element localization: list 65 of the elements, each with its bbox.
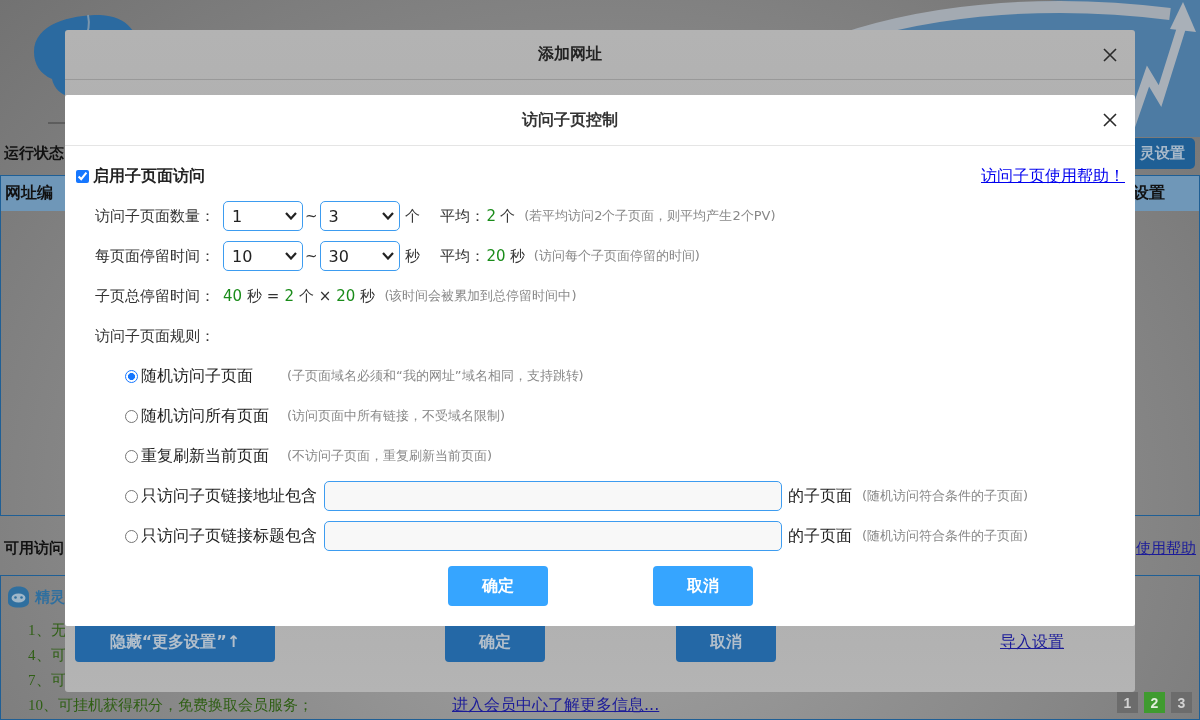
rule-radio[interactable]: [125, 449, 138, 463]
page-button[interactable]: 3: [1171, 692, 1192, 713]
rules-label: 访问子页面规则：: [95, 326, 215, 346]
suffix-label: 的子页面: [788, 485, 852, 507]
dialog-title: 添加网址: [538, 44, 602, 65]
enable-checkbox[interactable]: [76, 169, 89, 183]
rule-radio[interactable]: [125, 369, 138, 383]
unit-label: 秒: [404, 246, 420, 266]
page-button[interactable]: 1: [1117, 692, 1138, 713]
rule-label: 只访问子页链接标题包含: [141, 525, 317, 547]
total-time-formula: 40 秒 = 2 个 × 20 秒: [223, 286, 376, 306]
caret-icon: [381, 212, 394, 220]
member-link[interactable]: 进入会员中心了解更多信息...: [452, 695, 660, 716]
hint-text: (随机访问符合条件的子页面): [862, 487, 1029, 505]
field-label: 子页总停留时间：: [95, 286, 215, 306]
mascot-icon: [7, 586, 30, 608]
confirm-button[interactable]: 确定: [448, 566, 548, 606]
hint-text: (不访问子页面，重复刷新当前页面): [287, 447, 493, 465]
average-reading: 平均：2 个: [439, 206, 516, 226]
close-icon[interactable]: [1103, 113, 1117, 127]
close-icon[interactable]: [1103, 47, 1117, 62]
enable-label: 启用子页面访问: [93, 165, 205, 187]
hint-text: (访问每个子页面停留的时间): [533, 247, 700, 265]
min-dropdown[interactable]: 10: [223, 241, 303, 271]
tips-title: 精灵: [35, 587, 65, 607]
field-label: 访问子页面数量：: [95, 206, 215, 226]
hint-text: (该时间会被累加到总停留时间中): [384, 287, 577, 305]
range-separator: ~: [305, 247, 318, 265]
rule-radio[interactable]: [125, 529, 138, 543]
rule-label: 只访问子页链接地址包含: [141, 485, 317, 507]
dialog-title: 访问子页控制: [522, 109, 618, 131]
hint-text: (子页面域名必须和“我的网址”域名相同，支持跳转): [287, 367, 584, 385]
help-link[interactable]: 使用帮助: [1136, 539, 1196, 558]
rule-radio[interactable]: [125, 489, 138, 503]
rule-radio[interactable]: [125, 409, 138, 423]
hint-text: (访问页面中所有链接，不受域名限制): [287, 407, 506, 425]
page-button[interactable]: 2: [1144, 692, 1165, 713]
suffix-label: 的子页面: [788, 525, 852, 547]
available-heading: 可用访问: [4, 539, 64, 558]
tip-line: 7、可: [28, 671, 66, 690]
caret-icon: [381, 252, 394, 260]
column-header: 设置: [1133, 183, 1165, 204]
min-dropdown[interactable]: 1: [223, 201, 303, 231]
caret-icon: [285, 252, 297, 260]
rule-label: 重复刷新当前页面: [141, 445, 270, 467]
range-separator: ~: [305, 207, 318, 225]
rule-label: 随机访问所有页面: [141, 405, 270, 427]
average-reading: 平均：20 秒: [439, 246, 525, 266]
tip-line: 10、可挂机获得积分，免费换取会员服务；: [28, 696, 313, 715]
status-heading: 运行状态: [4, 144, 64, 163]
rule-label: 随机访问子页面: [141, 365, 254, 387]
caret-icon: [285, 212, 297, 220]
max-dropdown[interactable]: 3: [319, 201, 400, 231]
unit-label: 个: [404, 206, 420, 226]
max-dropdown[interactable]: 30: [319, 241, 400, 271]
tip-line: 1、无: [28, 621, 66, 640]
tip-line: 4、可: [28, 646, 66, 665]
cancel-button[interactable]: 取消: [653, 566, 753, 606]
rule-input-field[interactable]: [324, 481, 782, 511]
hint-text: (随机访问符合条件的子页面): [862, 527, 1029, 545]
field-label: 每页面停留时间：: [95, 246, 215, 266]
hint-text: (若平均访问2个子页面，则平均产生2个PV): [524, 207, 776, 225]
rule-input-field[interactable]: [324, 521, 782, 551]
column-header: 网址编: [5, 183, 53, 204]
import-link[interactable]: 导入设置: [1000, 631, 1064, 653]
